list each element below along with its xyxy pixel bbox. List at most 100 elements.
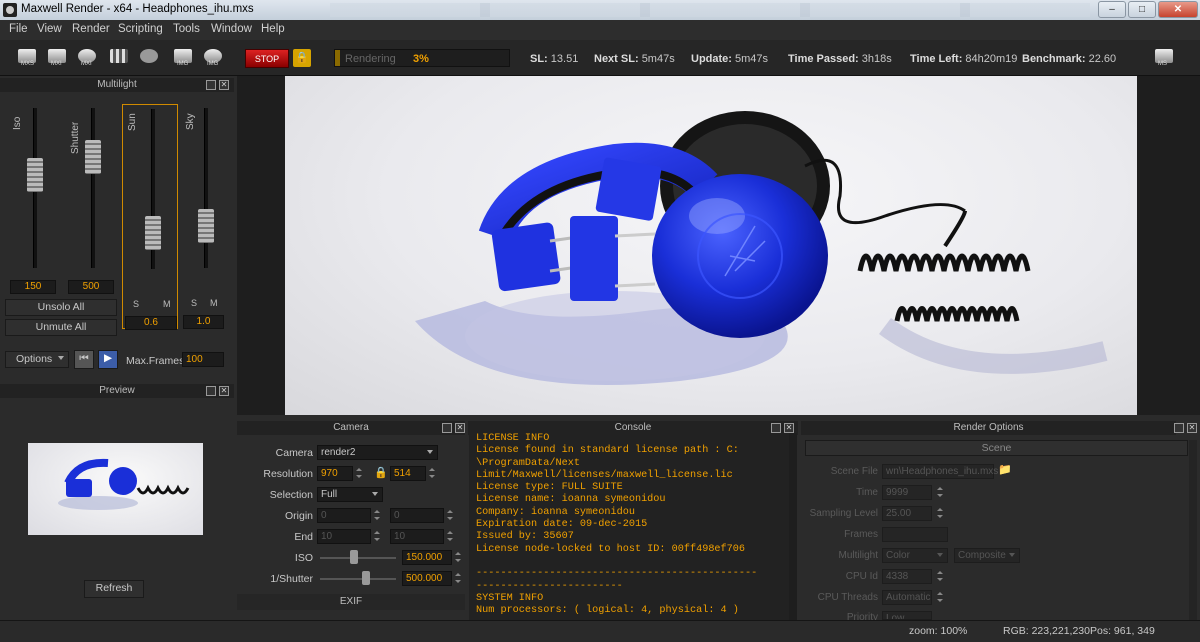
stop-button[interactable]: STOP [245, 49, 289, 68]
solo-toggle[interactable]: S [191, 298, 197, 308]
lock-icon[interactable]: 🔒 [293, 49, 311, 67]
channel-slider-track[interactable] [204, 108, 208, 268]
refresh-preview-button[interactable]: Refresh [84, 580, 144, 598]
solo-toggle[interactable]: S [133, 299, 139, 309]
menu-scripting[interactable]: Scripting [118, 23, 163, 35]
first-frame-button[interactable]: ⏮ [74, 350, 94, 369]
render-options-scrollbar[interactable] [1189, 440, 1197, 620]
multilight-mode-select[interactable]: Color [882, 548, 948, 563]
stat-update: Update: 5m47s [691, 53, 769, 65]
mute-toggle[interactable]: M [163, 299, 171, 309]
channel-value-field[interactable]: 150 [10, 280, 56, 294]
shutter-slider-knob[interactable] [361, 571, 370, 585]
console-scrollbar[interactable] [789, 433, 797, 620]
channel-slider-knob[interactable] [198, 208, 214, 243]
unmute-all-button[interactable]: Unmute All [5, 319, 117, 336]
save-mxi-icon[interactable]: MXI [76, 48, 98, 70]
camera-float-icon[interactable] [442, 423, 452, 433]
time-spinner[interactable] [936, 486, 944, 499]
stat-sl: SL: 13.51 [530, 53, 579, 65]
play-button[interactable]: ▶ [98, 350, 118, 369]
channel-slider-track[interactable] [91, 108, 95, 268]
console-float-icon[interactable] [771, 423, 781, 433]
progress-label: Rendering [345, 53, 396, 65]
sampling-level-spinner[interactable] [936, 507, 944, 520]
channel-slider-knob[interactable] [85, 139, 101, 174]
resolution-lock-icon[interactable]: 🔒 [374, 466, 388, 479]
origin-y-field[interactable]: 0 [390, 508, 444, 523]
channel-slider-knob[interactable] [145, 216, 161, 251]
origin-x-field[interactable]: 0 [317, 508, 371, 523]
multiserver-icon[interactable]: MS [1153, 48, 1175, 70]
film-icon[interactable] [108, 48, 130, 70]
channel-value-field[interactable]: 500 [68, 280, 114, 294]
preview-float-icon[interactable] [206, 386, 216, 396]
multilight-composite-select[interactable]: Composite [954, 548, 1020, 563]
scene-tab[interactable]: Scene [805, 440, 1188, 456]
resolution-height-field[interactable]: 514 [390, 466, 426, 481]
channel-slider-knob[interactable] [27, 158, 43, 193]
end-y-spinner[interactable] [446, 530, 454, 543]
minimize-button[interactable]: – [1098, 1, 1126, 18]
origin-x-spinner[interactable] [373, 509, 381, 522]
preview-close-icon[interactable]: ✕ [219, 386, 229, 396]
resolution-width-spinner[interactable] [355, 467, 363, 480]
end-x-spinner[interactable] [373, 530, 381, 543]
open-image-icon[interactable]: IMG [202, 48, 224, 70]
cpu-threads-spinner[interactable] [936, 591, 944, 604]
unsolo-all-button[interactable]: Unsolo All [5, 299, 117, 316]
float-panel-icon[interactable] [206, 80, 216, 90]
folder-icon[interactable]: 📁 [998, 463, 1012, 476]
open-mxi-icon[interactable]: MXI [46, 48, 68, 70]
menu-help[interactable]: Help [261, 23, 285, 35]
cpu-id-field[interactable]: 4338 [882, 569, 932, 584]
title-bar: Maxwell Render - x64 - Headphones_ihu.mx… [0, 0, 1200, 20]
channel-value-field[interactable]: 1.0 [183, 315, 224, 329]
menu-window[interactable]: Window [211, 23, 252, 35]
shutter-spinner[interactable] [454, 572, 462, 585]
pos-readout: Pos: 961, 349 [1090, 625, 1155, 637]
scene-file-field[interactable]: wn\Headphones_ihu.mxs [882, 464, 998, 479]
stat-next-sl: Next SL: 5m47s [594, 53, 675, 65]
sampling-level-field[interactable]: 25.00 [882, 506, 932, 521]
camera-select[interactable]: render2 [317, 445, 438, 460]
console-output[interactable]: LICENSE INFO License found in standard l… [469, 433, 789, 620]
refresh-icon[interactable] [138, 48, 160, 70]
menu-view[interactable]: View [37, 23, 62, 35]
maximize-button[interactable]: □ [1128, 1, 1156, 18]
shutter-slider-track[interactable] [320, 578, 396, 580]
end-x-field[interactable]: 10 [317, 529, 371, 544]
close-button[interactable]: ✕ [1158, 1, 1198, 18]
resolution-height-spinner[interactable] [428, 467, 436, 480]
resolution-width-field[interactable]: 970 [317, 466, 353, 481]
render-options-float-icon[interactable] [1174, 423, 1184, 433]
channel-value-field[interactable]: 0.6 [125, 316, 177, 330]
menu-render[interactable]: Render [72, 23, 110, 35]
selection-select[interactable]: Full [317, 487, 383, 502]
priority-field[interactable]: Low [882, 611, 932, 620]
menu-file[interactable]: File [9, 23, 28, 35]
render-image [285, 76, 1137, 415]
shutter-field[interactable]: 500.000 [402, 571, 452, 586]
camera-close-icon[interactable]: ✕ [455, 423, 465, 433]
mute-toggle[interactable]: M [210, 298, 218, 308]
menu-tools[interactable]: Tools [173, 23, 200, 35]
options-dropdown[interactable]: Options [5, 351, 69, 368]
console-close-icon[interactable]: ✕ [784, 423, 794, 433]
save-image-icon[interactable]: IMG [172, 48, 194, 70]
close-panel-icon[interactable]: ✕ [219, 80, 229, 90]
frames-field[interactable] [882, 527, 948, 542]
open-mxs-icon[interactable]: MXS [16, 48, 38, 70]
time-field[interactable]: 9999 [882, 485, 932, 500]
exif-button[interactable]: EXIF [237, 594, 465, 610]
end-y-field[interactable]: 10 [390, 529, 444, 544]
iso-slider-knob[interactable] [350, 550, 359, 564]
cpu-id-spinner[interactable] [936, 570, 944, 583]
cpu-threads-field[interactable]: Automatic [882, 590, 932, 605]
iso-spinner[interactable] [454, 551, 462, 564]
origin-y-spinner[interactable] [446, 509, 454, 522]
render-viewport[interactable] [237, 76, 1200, 415]
max-frames-field[interactable]: 100 [182, 352, 224, 367]
render-options-close-icon[interactable]: ✕ [1187, 423, 1197, 433]
iso-field[interactable]: 150.000 [402, 550, 452, 565]
